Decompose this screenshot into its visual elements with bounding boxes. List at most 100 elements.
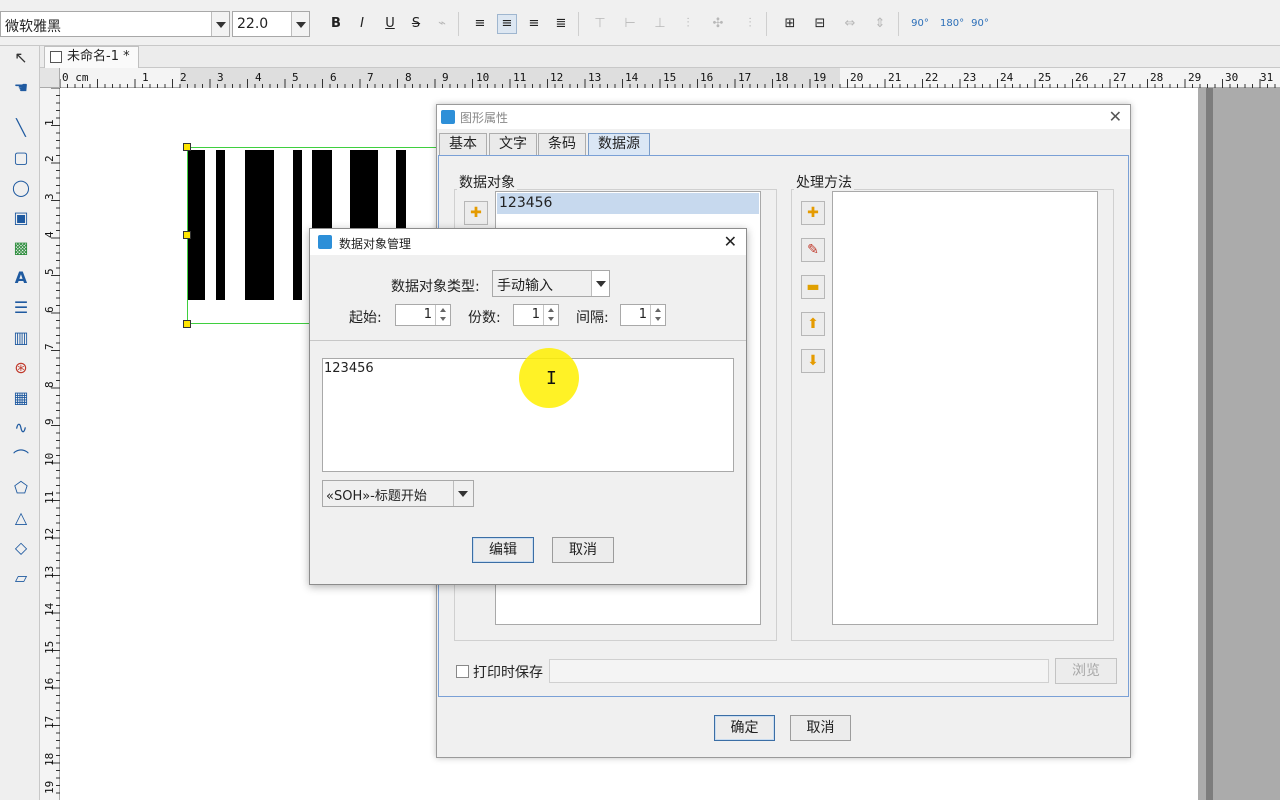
align-center-icon[interactable]: ≡ bbox=[497, 14, 517, 34]
plus-icon: ✚ bbox=[807, 205, 819, 221]
drawing-toolbar: ↖ ☚ ╲ ▢ ◯ ▣ ▩ A ☰ ▥ ⊛ ▦ ∿ ⌒ ⬠ △ ◇ ▱ bbox=[0, 46, 40, 800]
ok-button[interactable]: 确定 bbox=[714, 715, 775, 741]
interval-spinner[interactable]: 1 bbox=[620, 304, 666, 326]
save-path-input[interactable] bbox=[549, 659, 1049, 683]
chevron-down-icon[interactable] bbox=[591, 271, 609, 296]
ruler-label: 5 bbox=[292, 71, 299, 84]
ruler-label: 11 bbox=[513, 71, 527, 84]
tab-barcode[interactable]: 条码 bbox=[538, 133, 586, 155]
rotate-180-button[interactable]: 180° bbox=[940, 14, 964, 34]
font-name-select[interactable]: 微软雅黑 bbox=[0, 11, 230, 37]
tab-text[interactable]: 文字 bbox=[489, 133, 537, 155]
pan-icon[interactable]: ☚ bbox=[9, 76, 33, 100]
barcode-bar bbox=[293, 150, 302, 300]
resize-handle-bottom-left[interactable] bbox=[183, 320, 191, 328]
shape-tool-icon[interactable]: ⊛ bbox=[9, 356, 33, 380]
ruler-label: 14 bbox=[625, 71, 639, 84]
arrow-up-icon: ⬆ bbox=[807, 316, 819, 332]
font-size-select[interactable]: 22.0 bbox=[232, 11, 310, 37]
spinner-arrows-icon[interactable] bbox=[543, 305, 558, 325]
curve-tool-icon[interactable]: ∿ bbox=[9, 416, 33, 440]
align-justify-icon[interactable]: ≣ bbox=[551, 14, 571, 34]
diamond-tool-icon[interactable]: ◇ bbox=[9, 536, 33, 560]
align-right-icon[interactable]: ≡ bbox=[524, 14, 544, 34]
bold-button[interactable]: B bbox=[326, 14, 346, 34]
remove-process-button[interactable]: ▬ bbox=[801, 275, 825, 299]
save-on-print-checkbox[interactable] bbox=[456, 665, 469, 678]
property-dialog-titlebar[interactable]: 图形属性 ✕ bbox=[437, 105, 1130, 129]
chevron-down-icon[interactable] bbox=[291, 12, 309, 36]
spinner-arrows-icon[interactable] bbox=[650, 305, 665, 325]
dialog-title: 数据对象管理 bbox=[339, 237, 412, 251]
move-up-button[interactable]: ⬆ bbox=[801, 312, 825, 336]
align-middle-icon[interactable]: ⊢ bbox=[620, 14, 640, 34]
rotate-90-ccw-button[interactable]: 90° bbox=[910, 14, 930, 34]
cancel-button[interactable]: 取消 bbox=[552, 537, 614, 563]
same-width-icon[interactable]: ⇔ bbox=[840, 14, 860, 34]
add-process-button[interactable]: ✚ bbox=[801, 201, 825, 225]
parallelogram-tool-icon[interactable]: ▱ bbox=[9, 566, 33, 590]
edit-button[interactable]: 编辑 bbox=[472, 537, 534, 563]
distribute-vertical-icon[interactable]: ⫶ bbox=[678, 14, 698, 34]
list-item[interactable]: 123456 bbox=[497, 193, 759, 214]
chevron-down-icon[interactable] bbox=[453, 481, 473, 506]
move-down-button[interactable]: ⬇ bbox=[801, 349, 825, 373]
ruler-label: 15 bbox=[43, 640, 56, 654]
strikethrough-button[interactable]: S bbox=[406, 14, 426, 34]
tab-datasource[interactable]: 数据源 bbox=[588, 133, 650, 155]
align-bottom-icon[interactable]: ⊥ bbox=[650, 14, 670, 34]
same-height-icon[interactable]: ⇕ bbox=[870, 14, 890, 34]
text-tool-icon[interactable]: A bbox=[9, 266, 33, 290]
polygon-tool-icon[interactable]: ⬠ bbox=[9, 476, 33, 500]
data-type-select[interactable]: 手动输入 bbox=[492, 270, 610, 297]
ruler-label: 8 bbox=[405, 71, 412, 84]
center-vertical-icon[interactable]: ⊟ bbox=[810, 14, 830, 34]
barcode-tool-icon[interactable]: ▥ bbox=[9, 326, 33, 350]
ruler-label: 3 bbox=[217, 71, 224, 84]
resize-handle-top-left[interactable] bbox=[183, 143, 191, 151]
processing-list[interactable] bbox=[832, 191, 1098, 625]
ruler-label: 26 bbox=[1075, 71, 1089, 84]
control-char-value: «SOH»-标题开始 bbox=[326, 489, 427, 504]
add-data-object-button[interactable]: ✚ bbox=[464, 201, 488, 225]
cancel-button[interactable]: 取消 bbox=[790, 715, 851, 741]
italic-button[interactable]: I bbox=[352, 14, 372, 34]
close-icon[interactable]: ✕ bbox=[724, 232, 737, 251]
distribute-horizontal-icon[interactable]: ⫶ bbox=[740, 14, 760, 34]
underline-button[interactable]: U bbox=[380, 14, 400, 34]
triangle-tool-icon[interactable]: △ bbox=[9, 506, 33, 530]
image-tool-icon[interactable]: ▩ bbox=[9, 236, 33, 260]
ruler-label: 1 bbox=[142, 71, 149, 84]
tab-basic[interactable]: 基本 bbox=[439, 133, 487, 155]
tab-document[interactable]: 未命名-1 * bbox=[44, 46, 139, 68]
align-top-icon[interactable]: ⊤ bbox=[590, 14, 610, 34]
chevron-down-icon[interactable] bbox=[211, 12, 229, 36]
ellipse-tool-icon[interactable]: ◯ bbox=[9, 176, 33, 200]
control-char-select[interactable]: «SOH»-标题开始 bbox=[322, 480, 474, 507]
qrcode-tool-icon[interactable]: ▦ bbox=[9, 386, 33, 410]
start-spinner[interactable]: 1 bbox=[395, 304, 451, 326]
browse-button[interactable]: 浏览 bbox=[1055, 658, 1117, 684]
ruler-label: 21 bbox=[888, 71, 902, 84]
close-icon[interactable]: ✕ bbox=[1109, 107, 1122, 126]
copies-spinner[interactable]: 1 bbox=[513, 304, 559, 326]
image-frame-tool-icon[interactable]: ▣ bbox=[9, 206, 33, 230]
align-left-icon[interactable]: ≡ bbox=[470, 14, 490, 34]
rich-text-tool-icon[interactable]: ☰ bbox=[9, 296, 33, 320]
resize-handle-left[interactable] bbox=[183, 231, 191, 239]
ruler-label: 0 cm bbox=[62, 71, 89, 84]
manager-dialog-titlebar[interactable]: 数据对象管理 ✕ bbox=[310, 229, 746, 255]
arc-tool-icon[interactable]: ⌒ bbox=[9, 446, 33, 470]
clear-format-icon[interactable]: ⌁ bbox=[432, 14, 452, 34]
spinner-arrows-icon[interactable] bbox=[435, 305, 450, 325]
data-type-value: 手动输入 bbox=[497, 278, 553, 294]
center-horizontal-icon[interactable]: ⊞ bbox=[780, 14, 800, 34]
distribute-center-icon[interactable]: ✣ bbox=[708, 14, 728, 34]
rounded-rect-tool-icon[interactable]: ▢ bbox=[9, 146, 33, 170]
line-tool-icon[interactable]: ╲ bbox=[9, 116, 33, 140]
rotate-90-cw-button[interactable]: 90° bbox=[970, 14, 990, 34]
pointer-icon[interactable]: ↖ bbox=[9, 46, 33, 70]
ruler-label: 20 bbox=[850, 71, 864, 84]
vertical-ruler: 1 2 3 4 5 6 7 8 9 10 11 12 13 14 15 16 1… bbox=[40, 88, 60, 800]
edit-process-button[interactable]: ✎ bbox=[801, 238, 825, 262]
